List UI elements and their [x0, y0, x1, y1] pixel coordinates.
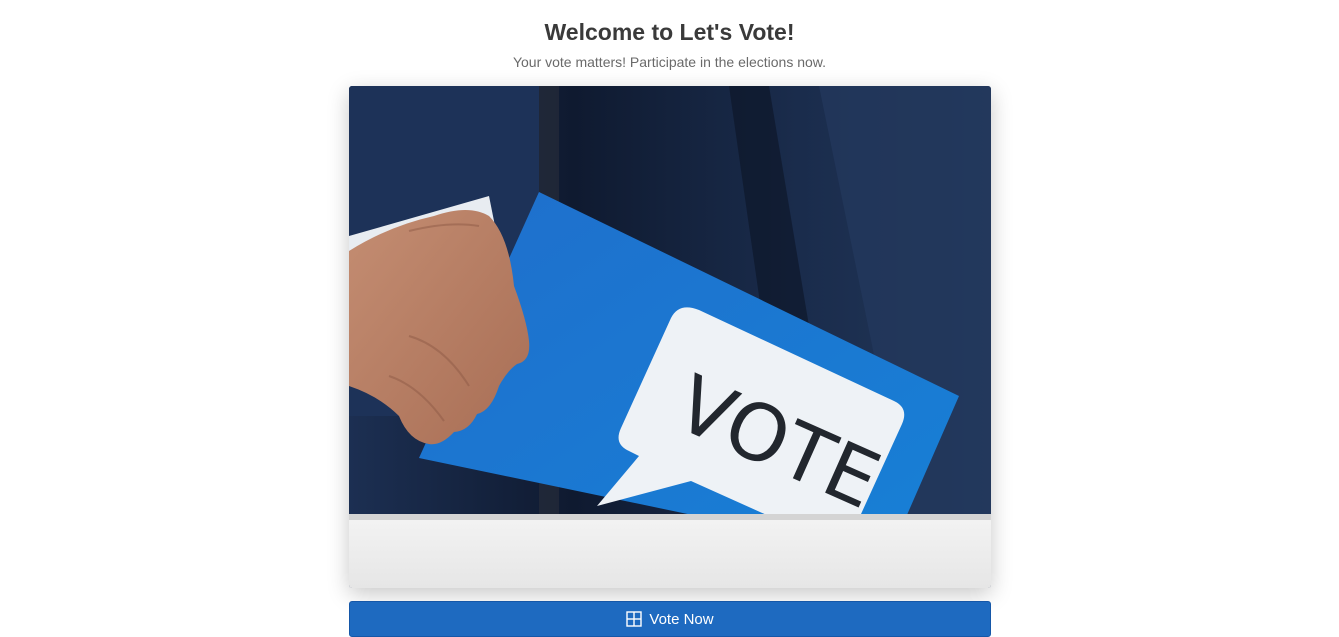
hero-image: VOTE [349, 86, 991, 588]
page-subtitle: Your vote matters! Participate in the el… [512, 54, 827, 70]
grid-icon [626, 611, 643, 627]
page-title: Welcome to Let's Vote! [544, 19, 795, 45]
vote-now-label: Vote Now [649, 610, 714, 628]
vote-now-button[interactable]: Vote Now [349, 601, 991, 637]
landing-page: Welcome to Let's Vote! Your vote matters… [0, 0, 1339, 637]
ballot-illustration: VOTE [349, 86, 991, 588]
